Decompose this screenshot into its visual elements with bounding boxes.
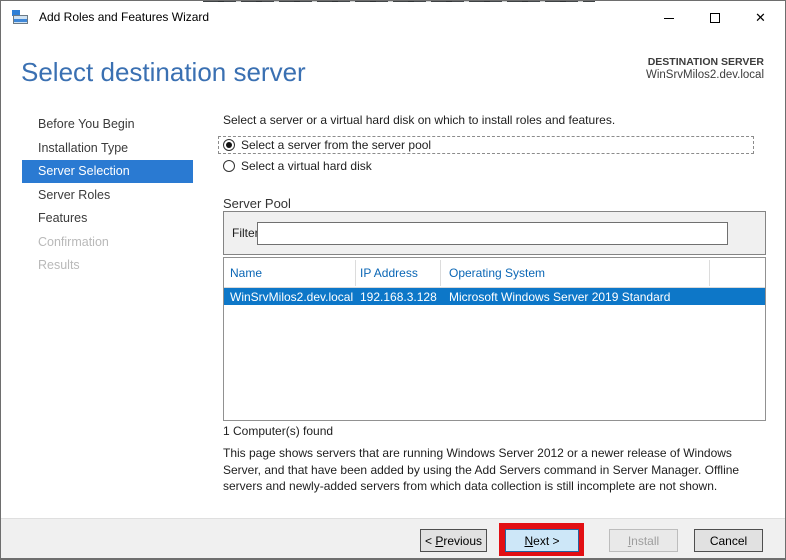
filter-input[interactable]	[257, 222, 728, 245]
server-pool-table: Name IP Address Operating System WinSrvM…	[223, 257, 766, 421]
wizard-window: Add Roles and Features Wizard ✕ Select d…	[0, 0, 786, 560]
table-row[interactable]: WinSrvMilos2.dev.local 192.168.3.128 Mic…	[224, 288, 765, 305]
wizard-app-icon	[12, 10, 29, 25]
sidebar-item-server-selection[interactable]: Server Selection	[22, 160, 193, 183]
sidebar-item-installation-type[interactable]: Installation Type	[22, 137, 193, 160]
cell-operating-system: Microsoft Windows Server 2019 Standard	[449, 290, 671, 304]
radio-select-server-pool[interactable]: Select a server from the server pool	[223, 138, 431, 152]
radio-selected-icon	[223, 139, 235, 151]
sidebar-item-before-you-begin[interactable]: Before You Begin	[22, 113, 193, 136]
column-header-name[interactable]: Name	[230, 266, 262, 280]
close-icon: ✕	[755, 10, 766, 25]
cell-ip-address: 192.168.3.128	[360, 290, 437, 304]
radio-label: Select a virtual hard disk	[241, 159, 372, 173]
column-header-ip-address[interactable]: IP Address	[360, 266, 418, 280]
filter-panel: Filter:	[223, 211, 766, 255]
page-description: This page shows servers that are running…	[223, 446, 740, 493]
sidebar-item-features[interactable]: Features	[22, 207, 193, 230]
close-button[interactable]: ✕	[738, 3, 783, 33]
page-title: Select destination server	[21, 57, 306, 87]
maximize-button[interactable]	[692, 3, 737, 33]
radio-unselected-icon	[223, 160, 235, 172]
table-header-row: Name IP Address Operating System	[224, 258, 765, 288]
column-header-operating-system[interactable]: Operating System	[449, 266, 545, 280]
sidebar-item-confirmation: Confirmation	[38, 234, 109, 249]
destination-server-value: WinSrvMilos2.dev.local	[645, 69, 764, 81]
cancel-button[interactable]: Cancel	[694, 529, 763, 552]
server-pool-heading: Server Pool	[223, 196, 291, 211]
radio-label: Select a server from the server pool	[241, 138, 432, 152]
install-button: Install	[609, 529, 678, 552]
footer-bar: < Previous Next > Install Cancel	[1, 518, 785, 558]
minimize-button[interactable]	[646, 3, 691, 33]
minimize-icon	[663, 17, 674, 19]
radio-select-virtual-hard-disk[interactable]: Select a virtual hard disk	[223, 159, 372, 173]
intro-text: Select a server or a virtual hard disk o…	[223, 113, 616, 127]
sidebar-item-results: Results	[38, 258, 80, 272]
next-button[interactable]: Next >	[505, 529, 579, 552]
title-bar: Add Roles and Features Wizard ✕	[1, 2, 785, 32]
maximize-icon	[709, 13, 720, 23]
previous-button[interactable]: < Previous	[420, 529, 487, 552]
cell-server-name: WinSrvMilos2.dev.local	[230, 290, 354, 304]
sidebar-item-server-roles[interactable]: Server Roles	[22, 184, 193, 207]
destination-server-label: DESTINATION SERVER	[647, 56, 764, 68]
computers-found-text: 1 Computer(s) found	[223, 424, 334, 438]
window-title: Add Roles and Features Wizard	[39, 10, 210, 24]
